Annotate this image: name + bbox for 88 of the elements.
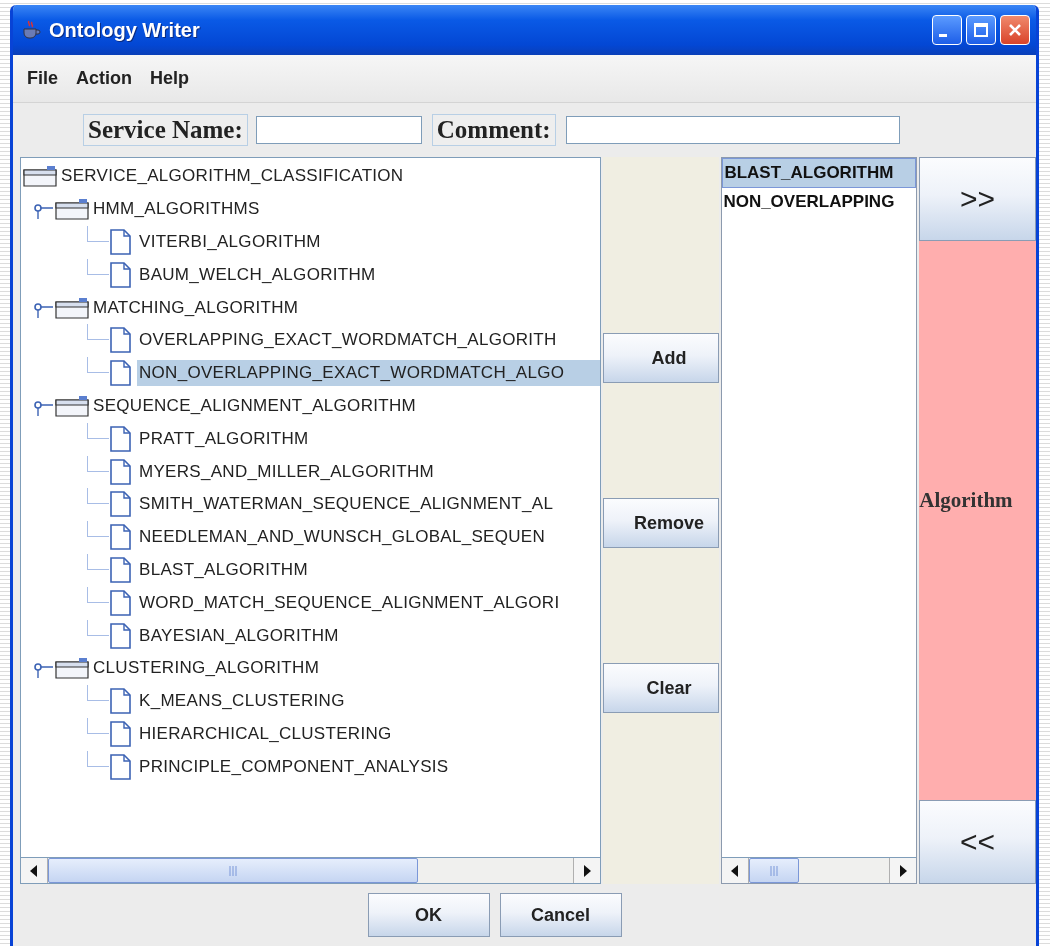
tree-item[interactable]: NEEDLEMAN_AND_WUNSCH_GLOBAL_SEQUEN xyxy=(137,524,600,551)
tree-line xyxy=(87,717,109,734)
document-icon xyxy=(109,589,133,616)
tree-item[interactable]: PRATT_ALGORITHM xyxy=(137,425,600,452)
tree-item[interactable]: OVERLAPPING_EXACT_WORDMATCH_ALGORITH xyxy=(137,327,600,354)
tree-line xyxy=(87,258,109,275)
tree-line xyxy=(87,685,109,702)
document-icon xyxy=(109,327,133,354)
scroll-left-button[interactable] xyxy=(722,858,750,883)
minimize-icon xyxy=(939,33,947,37)
document-icon xyxy=(109,360,133,387)
document-icon xyxy=(109,261,133,288)
window-title: Ontology Writer xyxy=(49,18,200,42)
text-field[interactable] xyxy=(255,116,422,144)
document-icon xyxy=(109,425,133,452)
tree-item[interactable]: SERVICE_ALGORITHM_CLASSIFICATION xyxy=(59,163,600,190)
document-icon xyxy=(109,556,133,583)
document-icon xyxy=(109,458,133,485)
text-field[interactable] xyxy=(565,116,900,144)
tree-line xyxy=(87,553,109,570)
tree-line xyxy=(87,750,109,767)
tree-line xyxy=(87,357,109,374)
tree-item[interactable]: BAYESIAN_ALGORITHM xyxy=(137,622,600,649)
category-label: Algorithm xyxy=(919,488,1013,513)
scroll-thumb[interactable] xyxy=(48,858,418,883)
field-label: Comment: xyxy=(431,114,556,146)
tree-item[interactable]: HMM_ALGORITHMS xyxy=(91,196,600,223)
tree-line xyxy=(87,324,109,341)
tree-item[interactable]: BLAST_ALGORITHM xyxy=(137,556,600,583)
tree-line xyxy=(87,488,109,505)
coffee-cup-icon xyxy=(21,20,41,40)
folder-icon xyxy=(23,165,57,188)
right-arrow-icon xyxy=(898,864,909,877)
scroll-right-button[interactable] xyxy=(889,858,917,883)
previous-button[interactable]: << xyxy=(919,800,1036,884)
right-arrow-icon xyxy=(581,864,592,877)
tree-line xyxy=(87,586,109,603)
tree-item[interactable]: MYERS_AND_MILLER_ALGORITHM xyxy=(137,458,600,485)
dialog-button[interactable]: OK xyxy=(367,893,490,937)
menu-item[interactable]: Action xyxy=(76,68,132,89)
tree-item[interactable]: WORD_MATCH_SEQUENCE_ALIGNMENT_ALGORI xyxy=(137,589,600,616)
document-icon xyxy=(109,688,133,715)
scroll-right-button[interactable] xyxy=(572,858,600,883)
tree-item[interactable]: BAUM_WELCH_ALGORITHM xyxy=(137,261,600,288)
tree-line xyxy=(87,226,109,242)
left-arrow-icon xyxy=(730,864,741,877)
action-button[interactable]: Add xyxy=(602,333,720,383)
list-item[interactable]: NON_OVERLAPPING xyxy=(722,188,917,216)
tree-item[interactable]: PRINCIPLE_COMPONENT_ANALYSIS xyxy=(137,753,600,780)
list-item[interactable]: BLAST_ALGORITHM xyxy=(722,158,917,188)
action-button[interactable]: Remove xyxy=(602,498,720,548)
tree-item[interactable]: SMITH_WATERMAN_SEQUENCE_ALIGNMENT_AL xyxy=(137,491,600,518)
next-button[interactable]: >> xyxy=(919,157,1036,241)
close-button[interactable] xyxy=(1000,15,1030,45)
scroll-thumb[interactable] xyxy=(749,858,800,883)
folder-icon xyxy=(55,198,89,221)
maximize-button[interactable] xyxy=(966,15,996,45)
document-icon xyxy=(109,753,133,780)
tree-item[interactable]: NON_OVERLAPPING_EXACT_WORDMATCH_ALGO xyxy=(137,360,600,387)
tree-item[interactable]: MATCHING_ALGORITHM xyxy=(91,294,600,321)
tree-item[interactable]: CLUSTERING_ALGORITHM xyxy=(91,655,600,682)
horizontal-scrollbar[interactable] xyxy=(722,857,917,883)
tree-item[interactable]: SEQUENCE_ALIGNMENT_ALGORITHM xyxy=(91,392,600,419)
minimize-button[interactable] xyxy=(932,15,962,45)
folder-icon xyxy=(55,394,89,417)
document-icon xyxy=(109,720,133,747)
tree-line xyxy=(87,521,109,538)
document-icon xyxy=(109,229,133,255)
maximize-icon xyxy=(971,20,991,40)
left-arrow-icon xyxy=(29,864,39,877)
tree-item[interactable]: HIERARCHICAL_CLUSTERING xyxy=(137,720,600,747)
document-icon xyxy=(109,622,133,649)
dialog-button[interactable]: Cancel xyxy=(499,893,622,937)
tree-line xyxy=(87,619,109,636)
field-label: Service Name: xyxy=(83,114,248,146)
menu-item[interactable]: File xyxy=(27,68,58,89)
tree-item[interactable]: K_MEANS_CLUSTERING xyxy=(137,688,600,715)
tree-line xyxy=(87,455,109,472)
action-button[interactable]: Clear xyxy=(602,663,720,713)
document-icon xyxy=(109,491,133,518)
document-icon xyxy=(109,524,133,551)
tree-line xyxy=(87,422,109,439)
folder-icon xyxy=(55,296,89,319)
scroll-left-button[interactable] xyxy=(21,858,48,883)
folder-icon xyxy=(55,657,89,680)
horizontal-scrollbar[interactable] xyxy=(21,857,600,883)
menu-item[interactable]: Help xyxy=(150,68,190,89)
tree-item[interactable]: VITERBI_ALGORITHM xyxy=(137,229,600,255)
